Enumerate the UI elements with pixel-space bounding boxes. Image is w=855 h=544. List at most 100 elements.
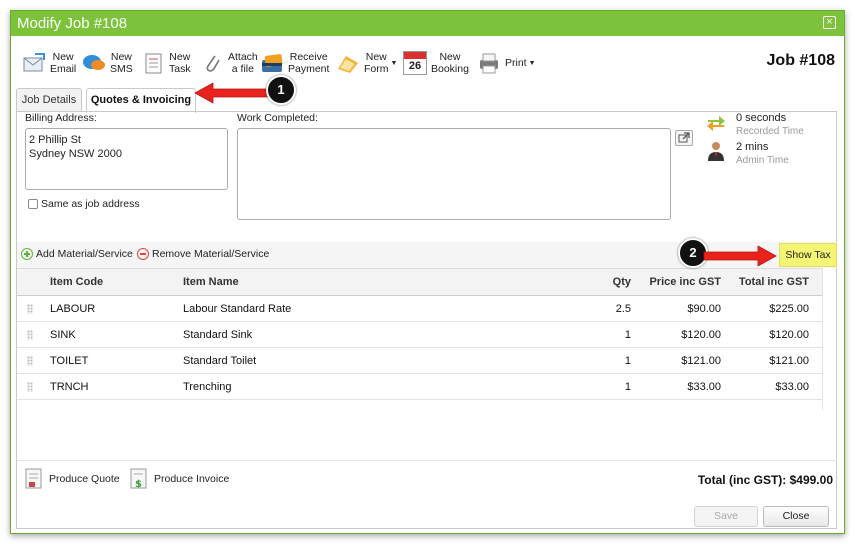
- attach-file-label: Attach a file: [228, 51, 258, 75]
- tab-quotes-invoicing[interactable]: Quotes & Invoicing: [86, 88, 196, 113]
- calendar-day: 26: [408, 60, 422, 72]
- sms-icon: [82, 51, 106, 75]
- same-as-job-checkbox[interactable]: [28, 199, 38, 209]
- paperclip-icon: [200, 51, 224, 75]
- new-sms-label: New SMS: [110, 51, 133, 75]
- cell-total: $225.00: [769, 303, 809, 315]
- col-item-name[interactable]: Item Name: [183, 276, 239, 288]
- svg-text:$: $: [135, 479, 142, 490]
- credit-card-icon: [260, 51, 284, 75]
- work-completed-label: Work Completed:: [237, 112, 318, 124]
- grand-total: Total (inc GST): $499.00: [697, 473, 833, 487]
- callout-number-1: 1: [266, 75, 296, 105]
- billing-address-label: Billing Address:: [25, 112, 97, 124]
- cell-total: $121.00: [769, 355, 809, 367]
- new-form-button[interactable]: New Form ▼: [336, 43, 397, 83]
- billing-address-field[interactable]: 2 Phillip St Sydney NSW 2000: [25, 128, 228, 190]
- table-header: Item Code Item Name Qty Price inc GST To…: [17, 268, 822, 296]
- cell-price: $90.00: [687, 303, 721, 315]
- close-button[interactable]: Close: [763, 506, 829, 527]
- new-email-button[interactable]: New Email: [22, 43, 76, 83]
- tab-job-details[interactable]: Job Details: [16, 88, 82, 112]
- cell-name: Standard Sink: [183, 329, 253, 341]
- produce-invoice-button[interactable]: $ Produce Invoice: [130, 468, 229, 490]
- print-dropdown-icon: ▼: [528, 59, 536, 67]
- same-as-job-label: Same as job address: [41, 198, 140, 210]
- cell-qty: 2.5: [615, 303, 631, 315]
- col-item-code[interactable]: Item Code: [50, 276, 103, 288]
- drag-handle-icon[interactable]: [27, 356, 33, 366]
- print-button[interactable]: Print ▼: [477, 43, 536, 83]
- recorded-time-caption: Recorded Time: [736, 126, 804, 137]
- cell-price: $33.00: [687, 381, 721, 393]
- cell-total: $33.00: [775, 381, 809, 393]
- remove-material-button[interactable]: Remove Material/Service: [137, 248, 269, 260]
- col-qty[interactable]: Qty: [577, 276, 631, 288]
- recorded-time-value: 0 seconds: [736, 112, 787, 124]
- admin-time-caption: Admin Time: [736, 155, 789, 166]
- produce-quote-label: Produce Quote: [49, 473, 120, 485]
- drag-handle-icon[interactable]: [27, 330, 33, 340]
- table-row[interactable]: TOILET Standard Toilet 1 $121.00 $121.00: [17, 348, 822, 374]
- receive-payment-label: Receive Payment: [288, 51, 330, 75]
- quote-document-icon: [25, 468, 43, 490]
- popout-editor-button[interactable]: [675, 130, 693, 146]
- cell-code: TOILET: [50, 355, 89, 367]
- table-row[interactable]: LABOUR Labour Standard Rate 2.5 $90.00 $…: [17, 296, 822, 322]
- new-task-label: New Task: [169, 51, 191, 75]
- cell-name: Trenching: [183, 381, 232, 393]
- admin-time-value: 2 mins: [736, 141, 769, 153]
- new-form-dropdown-icon: ▼: [390, 59, 398, 67]
- col-total[interactable]: Total inc GST: [725, 276, 809, 288]
- cell-code: LABOUR: [50, 303, 96, 315]
- cell-name: Standard Toilet: [183, 355, 257, 367]
- popout-icon: [678, 132, 690, 143]
- receive-payment-button[interactable]: Receive Payment: [260, 43, 329, 83]
- produce-invoice-label: Produce Invoice: [154, 473, 230, 485]
- job-heading: Job #108: [766, 52, 835, 69]
- add-material-label: Add Material/Service: [36, 248, 133, 260]
- cell-name: Labour Standard Rate: [183, 303, 292, 315]
- callout-arrow-2: [703, 245, 777, 267]
- drag-handle-icon[interactable]: [27, 304, 33, 314]
- drag-handle-icon[interactable]: [27, 382, 33, 392]
- produce-quote-button[interactable]: Produce Quote: [25, 468, 120, 490]
- cell-code: SINK: [50, 329, 76, 341]
- form-icon: [336, 51, 360, 75]
- col-price[interactable]: Price inc GST: [637, 276, 721, 288]
- table-right-border: [822, 268, 823, 410]
- toolbar: New Email New SMS New Task Attach a file: [10, 43, 843, 83]
- new-email-label: New Email: [50, 51, 77, 75]
- cell-price: $120.00: [681, 329, 721, 341]
- new-task-button[interactable]: New Task: [141, 43, 191, 83]
- new-booking-button[interactable]: 26 New Booking: [403, 43, 469, 83]
- calendar-icon: 26: [403, 51, 427, 75]
- remove-material-label: Remove Material/Service: [152, 248, 270, 260]
- work-completed-field[interactable]: [237, 128, 671, 220]
- task-icon: [141, 51, 165, 75]
- cell-total: $120.00: [769, 329, 809, 341]
- callout-arrow-1: [194, 82, 274, 104]
- table-row[interactable]: SINK Standard Sink 1 $120.00 $120.00: [17, 322, 822, 348]
- invoice-document-icon: $: [130, 468, 148, 490]
- add-icon: [21, 248, 33, 260]
- attach-file-button[interactable]: Attach a file: [200, 43, 258, 83]
- printer-icon: [477, 51, 501, 75]
- cell-qty: 1: [624, 329, 631, 341]
- show-tax-button[interactable]: Show Tax: [779, 243, 837, 267]
- save-button[interactable]: Save: [694, 506, 758, 527]
- new-sms-button[interactable]: New SMS: [82, 43, 133, 83]
- add-material-button[interactable]: Add Material/Service: [21, 248, 133, 260]
- email-icon: [22, 51, 46, 75]
- footer-divider: [17, 460, 837, 461]
- person-icon: [705, 140, 727, 162]
- cell-qty: 1: [624, 381, 631, 393]
- cell-qty: 1: [624, 355, 631, 367]
- arrows-icon: [705, 112, 727, 134]
- new-form-label: New Form: [364, 51, 389, 75]
- remove-icon: [137, 248, 149, 260]
- dialog-content: New Email New SMS New Task Attach a file: [10, 10, 845, 534]
- table-row[interactable]: TRNCH Trenching 1 $33.00 $33.00: [17, 374, 822, 400]
- cell-price: $121.00: [681, 355, 721, 367]
- print-label: Print: [505, 57, 527, 69]
